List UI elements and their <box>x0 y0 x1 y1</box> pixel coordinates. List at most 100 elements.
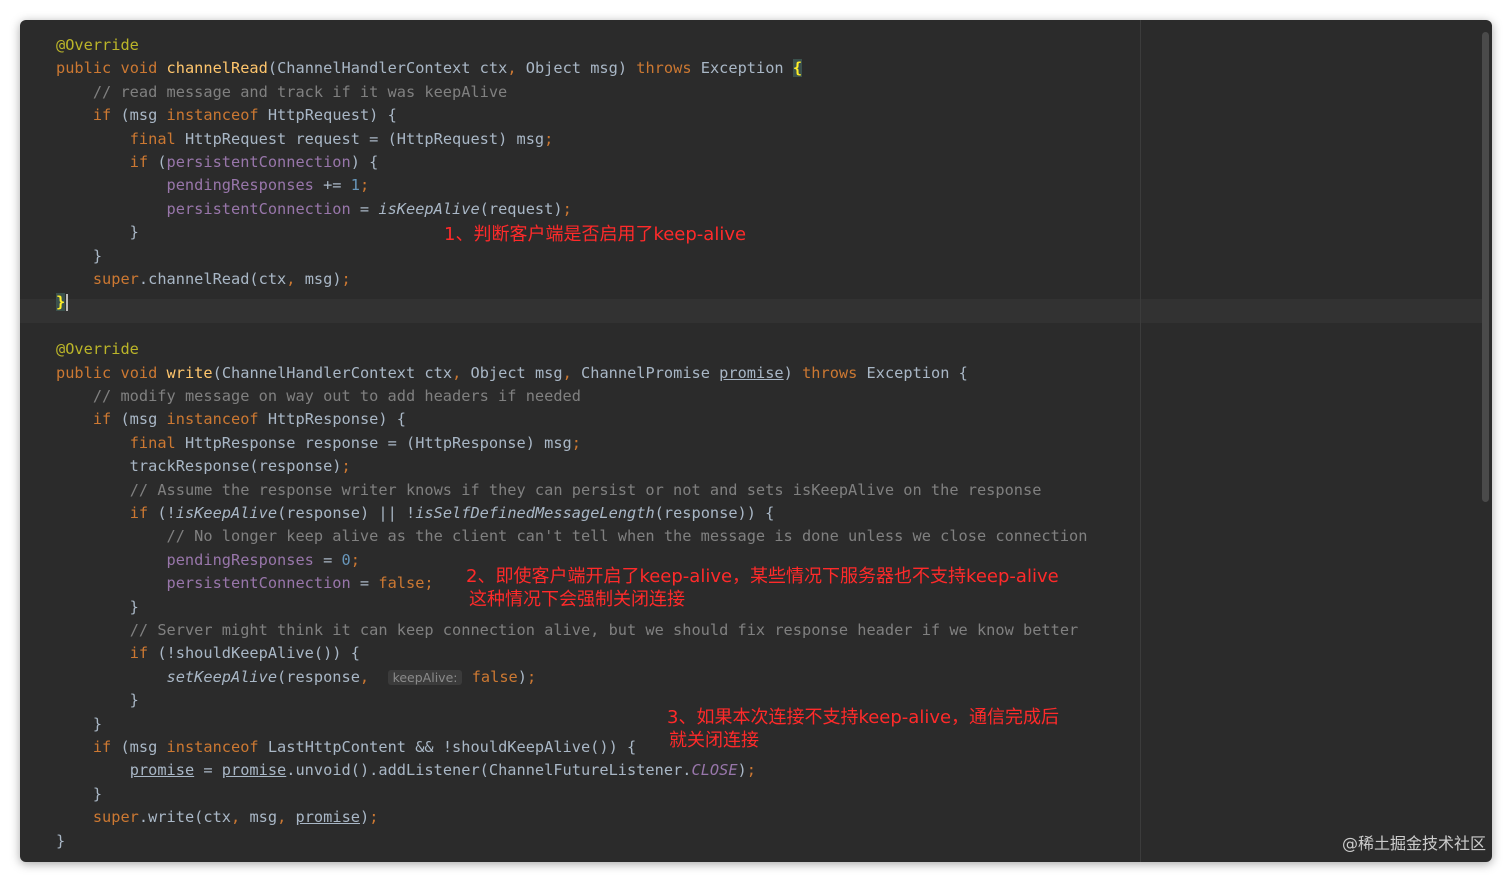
code-line[interactable]: @Override <box>56 34 139 57</box>
parameter-hint: keepAlive: <box>387 669 463 685</box>
code-line[interactable]: } <box>56 689 139 712</box>
code-line[interactable]: final HttpResponse response = (HttpRespo… <box>56 432 581 455</box>
code-line[interactable]: } <box>56 783 102 806</box>
annotation-note-1: 1、判断客户端是否启用了keep-alive <box>444 224 747 245</box>
code-line[interactable]: public void channelRead(ChannelHandlerCo… <box>56 57 803 80</box>
code-line[interactable]: // Server might think it can keep connec… <box>56 619 1079 642</box>
code-line[interactable]: } <box>56 291 69 314</box>
code-token: @Override <box>56 340 139 359</box>
code-token: persistentConnection <box>166 153 351 171</box>
code-line[interactable]: // Assume the response writer knows if t… <box>56 479 1042 502</box>
code-token: ) <box>783 363 803 382</box>
code-token: // read message and track if it was keep… <box>92 82 508 101</box>
right-margin-guide <box>1140 20 1141 862</box>
code-line[interactable]: if (msg instanceof LastHttpContent && !s… <box>56 736 636 759</box>
code-token: .write(ctx <box>138 808 232 827</box>
code-line[interactable]: promise = promise.unvoid().addListener(C… <box>56 759 756 782</box>
scrollbar-thumb[interactable] <box>1482 32 1489 502</box>
code-token: public <box>56 59 112 78</box>
code-token: final <box>129 433 176 452</box>
code-token: (ChannelHandlerContext ctx <box>212 363 453 382</box>
code-token: (msg <box>111 738 167 756</box>
code-token: if <box>129 504 149 522</box>
code-line[interactable]: public void write(ChannelHandlerContext … <box>56 362 968 385</box>
code-token: , <box>507 59 517 78</box>
code-token: } <box>56 246 103 265</box>
code-line[interactable]: setKeepAlive(response, keepAlive: false)… <box>56 666 537 689</box>
code-token: .unvoid().addListener(ChannelFutureListe… <box>286 761 692 780</box>
code-token: false <box>471 667 518 686</box>
code-token: isSelfDefinedMessageLength <box>415 504 655 522</box>
code-line[interactable]: pendingResponses = 0; <box>56 549 360 572</box>
code-token: msg <box>240 808 278 827</box>
code-token: (response)) { <box>654 504 775 522</box>
vertical-scrollbar[interactable] <box>1480 20 1492 862</box>
code-token: (request) <box>479 199 563 218</box>
annotation-note-3-line-2: 就关闭连接 <box>669 730 759 751</box>
code-line[interactable]: super.channelRead(ctx, msg); <box>56 268 351 291</box>
code-token: final <box>129 129 176 148</box>
code-token: ) <box>737 761 747 780</box>
code-token: = <box>313 550 342 569</box>
code-token: } <box>56 784 103 803</box>
code-token: ; <box>526 667 537 686</box>
code-line[interactable]: } <box>56 713 102 736</box>
code-line[interactable]: } <box>56 830 65 853</box>
code-line[interactable]: // No longer keep alive as the client ca… <box>56 525 1088 548</box>
code-line[interactable]: // modify message on way out to add head… <box>56 385 581 408</box>
code-line[interactable]: if (msg instanceof HttpResponse) { <box>56 408 406 431</box>
code-token: ; <box>341 457 351 476</box>
code-token: Exception <box>691 59 793 78</box>
code-token: } <box>56 714 103 733</box>
code-token: ) <box>517 667 527 686</box>
code-token: , <box>231 808 241 827</box>
code-line[interactable]: } <box>56 245 102 268</box>
code-token: , <box>277 808 287 827</box>
code-token: instanceof <box>166 106 259 125</box>
code-token: if <box>92 738 112 756</box>
code-token: Object msg) <box>516 59 637 78</box>
code-line[interactable]: final HttpRequest request = (HttpRequest… <box>56 128 554 151</box>
code-line[interactable]: if (msg instanceof HttpRequest) { <box>56 104 397 127</box>
code-line[interactable]: if (!shouldKeepAlive()) { <box>56 642 360 665</box>
code-line[interactable]: trackResponse(response); <box>56 455 351 478</box>
code-token: } <box>56 831 66 850</box>
code-line[interactable]: if (persistentConnection) { <box>56 151 379 174</box>
code-token: LastHttpContent && !shouldKeepAlive()) { <box>258 738 637 756</box>
code-token: setKeepAlive <box>166 667 278 686</box>
code-line[interactable]: // read message and track if it was keep… <box>56 81 507 104</box>
code-token: isKeepAlive <box>175 504 278 522</box>
current-line-highlight <box>20 299 1485 323</box>
code-token: ( <box>148 153 167 171</box>
code-line[interactable]: super.write(ctx, msg, promise); <box>56 806 379 829</box>
watermark-text: @稀土掘金技术社区 <box>1341 834 1486 853</box>
code-line[interactable]: persistentConnection = false; <box>56 572 434 595</box>
code-line[interactable]: } <box>56 596 139 619</box>
code-token: if <box>92 410 112 429</box>
code-line[interactable]: pendingResponses += 1; <box>56 174 370 197</box>
code-token: ; <box>562 199 572 218</box>
code-line[interactable]: @Override <box>56 338 139 361</box>
code-line[interactable]: persistentConnection = isKeepAlive(reque… <box>56 198 572 221</box>
code-line[interactable]: } <box>56 221 139 244</box>
code-token: void <box>120 363 158 382</box>
code-token: HttpRequest request = (HttpRequest) msg <box>175 129 545 148</box>
code-token: 0 <box>341 550 351 569</box>
code-token: false <box>378 574 425 593</box>
code-token: } <box>56 691 139 710</box>
code-line[interactable]: if (!isKeepAlive(response) || !isSelfDef… <box>56 502 775 525</box>
code-token: ; <box>359 176 370 195</box>
code-token: ; <box>571 433 581 452</box>
code-token: void <box>120 59 158 78</box>
